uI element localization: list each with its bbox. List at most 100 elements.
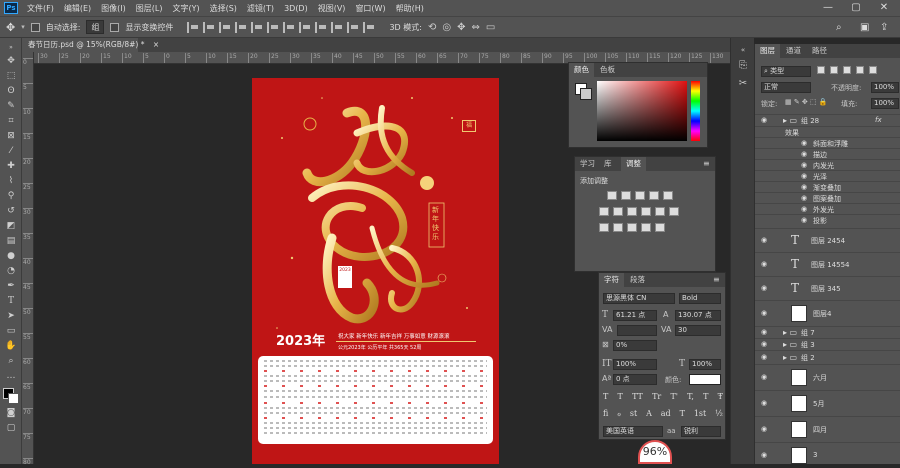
channel-mixer-icon[interactable] — [655, 207, 665, 216]
3d-rotate-icon[interactable]: ⟲ — [428, 22, 436, 33]
layer-row[interactable]: ◉ 外发光 — [755, 203, 900, 214]
visibility-eye-icon[interactable]: ◉ — [801, 216, 807, 224]
eraser-tool-icon[interactable]: ◩ — [5, 221, 17, 232]
menu-3d[interactable]: 3D(D) — [279, 4, 313, 13]
layer-row[interactable]: ◉ ▸ ▭ 组 2 — [755, 350, 900, 364]
close-button[interactable]: ✕ — [870, 0, 898, 16]
menu-type[interactable]: 文字(Y) — [167, 3, 204, 14]
close-tab-icon[interactable]: × — [153, 40, 159, 49]
marquee-tool-icon[interactable]: ⬚ — [5, 71, 17, 82]
share-icon[interactable]: ⇪ — [880, 22, 888, 33]
align-middle-icon[interactable] — [251, 21, 263, 33]
subscript-button[interactable]: T, — [687, 392, 694, 401]
visibility-eye-icon[interactable]: ◉ — [761, 340, 767, 348]
move-tool-icon[interactable]: ✥ — [5, 56, 17, 67]
tracking-input[interactable]: 30 — [675, 325, 721, 336]
gradient-tool-icon[interactable]: ▤ — [5, 236, 17, 247]
tab-color[interactable]: 颜色 — [569, 63, 594, 77]
tab-adjustments[interactable]: 调整 — [621, 157, 646, 171]
search-icon[interactable]: ⌕ — [836, 22, 842, 33]
distribute-right-icon[interactable] — [315, 21, 327, 33]
pixel-filter-icon[interactable] — [817, 66, 825, 74]
dodge-tool-icon[interactable]: ◔ — [5, 266, 17, 277]
rectangle-tool-icon[interactable]: ▭ — [5, 326, 17, 337]
menu-layer[interactable]: 图层(L) — [131, 3, 168, 14]
collapse-dock-icon[interactable]: « — [737, 44, 749, 56]
layer-row[interactable]: ◉ 四月 — [755, 416, 900, 442]
layer-row[interactable]: ◉ 六月 — [755, 364, 900, 390]
history-brush-tool-icon[interactable]: ↺ — [5, 206, 17, 217]
lock-icons[interactable]: ▦ ✎ ✥ ⬚ 🔒 — [785, 98, 828, 106]
align-top-icon[interactable] — [235, 21, 247, 33]
visibility-eye-icon[interactable]: ◉ — [801, 205, 807, 213]
ligature-button[interactable]: fi — [603, 409, 608, 418]
pen-tool-icon[interactable]: ✒ — [5, 281, 17, 292]
color-lookup-icon[interactable] — [669, 207, 679, 216]
horizontal-scale-input[interactable]: 100% — [689, 359, 721, 370]
align-bottom-icon[interactable] — [267, 21, 279, 33]
fx-icon[interactable]: fx — [875, 116, 882, 124]
healing-brush-tool-icon[interactable]: ✚ — [5, 161, 17, 172]
kerning-input[interactable] — [617, 325, 657, 336]
layer-row[interactable]: ◉ T 图层 14554 — [755, 252, 900, 276]
visibility-eye-icon[interactable]: ◉ — [801, 161, 807, 169]
move-tool-icon[interactable]: ✥ — [6, 21, 15, 34]
blend-mode-select[interactable]: 正常 — [761, 82, 811, 93]
language-select[interactable]: 美国英语 — [603, 426, 663, 437]
layer-row[interactable]: ◉ ▸ ▭ 组 3 — [755, 338, 900, 350]
brush-tool-icon[interactable]: ⌇ — [5, 176, 17, 187]
align-center-icon[interactable] — [203, 21, 215, 33]
stylistic-alt-button[interactable]: ad — [661, 409, 671, 418]
visibility-eye-icon[interactable]: ◉ — [801, 172, 807, 180]
tab-character[interactable]: 字符 — [599, 273, 624, 287]
shape-filter-icon[interactable] — [856, 66, 864, 74]
levels-icon[interactable] — [621, 191, 631, 200]
curves-icon[interactable] — [635, 191, 645, 200]
quick-mask-icon[interactable]: ◙ — [5, 408, 17, 419]
panel-menu-icon[interactable]: ≡ — [713, 275, 720, 284]
panel-menu-icon[interactable]: ≡ — [703, 159, 710, 168]
black-white-icon[interactable] — [627, 207, 637, 216]
discretionary-lig-button[interactable]: st — [630, 409, 637, 418]
brightness-icon[interactable] — [607, 191, 617, 200]
clone-stamp-tool-icon[interactable]: ⚲ — [5, 191, 17, 202]
leading-input[interactable]: 130.07 点 — [675, 310, 721, 321]
font-size-input[interactable]: 61.21 点 — [613, 310, 657, 321]
history-panel-icon[interactable]: ⎘ — [737, 60, 749, 72]
smart-filter-icon[interactable] — [869, 66, 877, 74]
auto-select-dropdown[interactable]: 组 — [86, 20, 105, 34]
faux-italic-button[interactable]: T — [618, 392, 623, 401]
tab-learn[interactable]: 学习 — [575, 157, 600, 171]
show-transform-checkbox[interactable] — [110, 22, 120, 32]
opacity-input[interactable]: 100% — [871, 82, 899, 93]
menu-filter[interactable]: 滤镜(T) — [242, 3, 279, 14]
photo-filter-icon[interactable] — [641, 207, 651, 216]
layer-row[interactable]: ◉ 图案叠加 — [755, 192, 900, 203]
layer-row[interactable]: ◉ 光泽 — [755, 170, 900, 181]
antialias-select[interactable]: 锐利 — [681, 426, 721, 437]
hue-saturation-icon[interactable] — [599, 207, 609, 216]
maximize-button[interactable]: ▢ — [842, 0, 870, 16]
layer-row[interactable]: ◉ 斜面和浮雕 — [755, 137, 900, 148]
visibility-eye-icon[interactable]: ◉ — [761, 284, 767, 292]
more-tools-icon[interactable]: … — [5, 371, 17, 382]
3d-scale-icon[interactable]: ▭ — [486, 22, 495, 33]
tab-paths[interactable]: 路径 — [807, 44, 832, 58]
layer-row[interactable]: ◉ 3 — [755, 442, 900, 468]
adjust-filter-icon[interactable] — [830, 66, 838, 74]
exposure-icon[interactable] — [649, 191, 659, 200]
vibrance-icon[interactable] — [663, 191, 673, 200]
layer-row[interactable]: ◉ 渐变叠加 — [755, 181, 900, 192]
chevron-down-icon[interactable]: ▾ — [21, 23, 25, 31]
layer-row[interactable]: 效果 — [755, 126, 900, 137]
contextual-alt-button[interactable]: ℴ — [617, 409, 621, 418]
collapse-toolbar-icon[interactable]: » — [5, 42, 17, 53]
visibility-eye-icon[interactable]: ◉ — [761, 373, 767, 381]
color-picker-field[interactable] — [597, 81, 687, 141]
selective-color-icon[interactable] — [655, 223, 665, 232]
visibility-eye-icon[interactable]: ◉ — [761, 451, 767, 459]
faux-bold-button[interactable]: T — [603, 392, 608, 401]
layer-row[interactable]: ◉ 5月 — [755, 390, 900, 416]
type-filter-icon[interactable] — [843, 66, 851, 74]
type-tool-icon[interactable]: T — [5, 296, 17, 307]
